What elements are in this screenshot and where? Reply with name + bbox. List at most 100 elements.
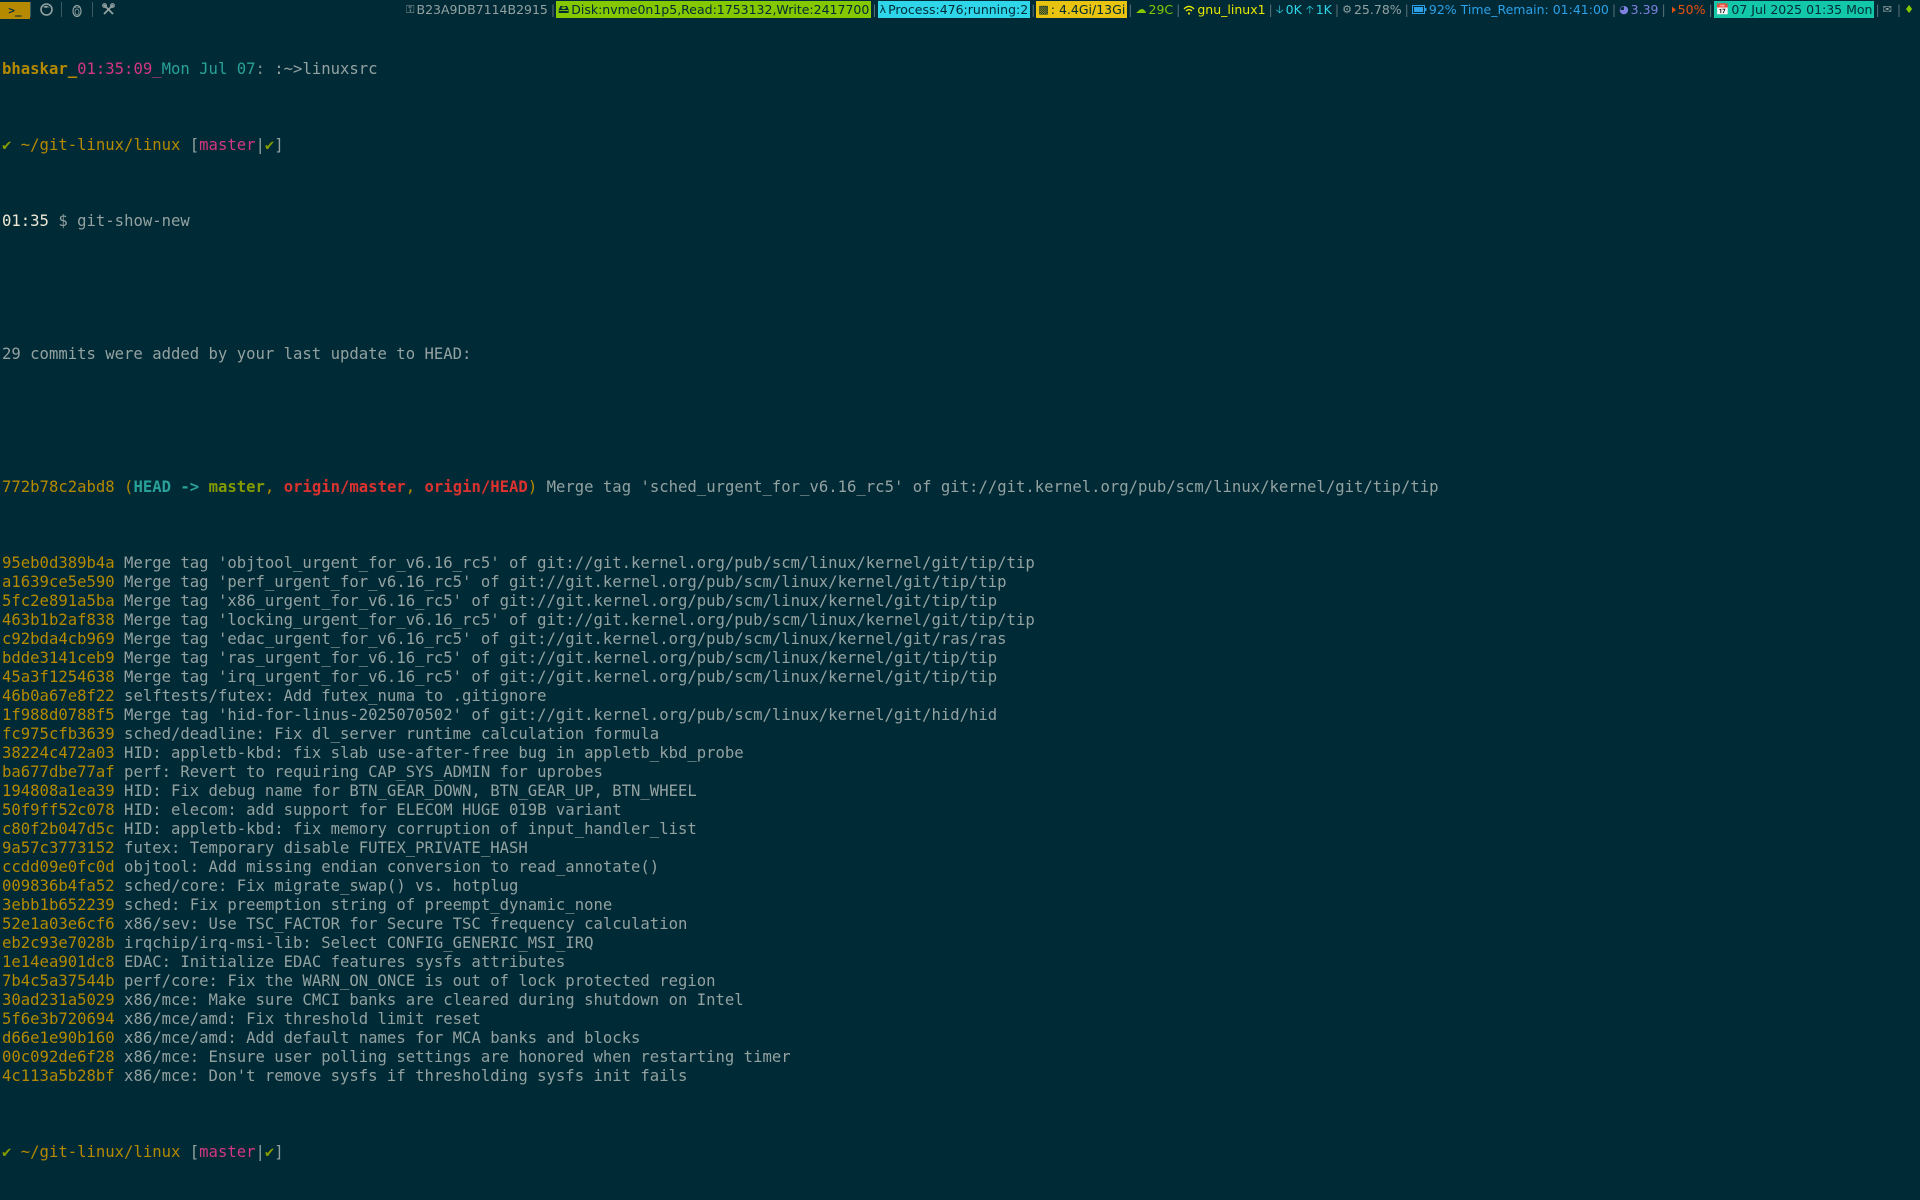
head-commit-line: 772b78c2abd8 (HEAD -> master, origin/mas… [2,478,1918,497]
commit-message: Merge tag 'sched_urgent_for_v6.16_rc5' o… [537,478,1439,496]
calendar-icon: 📅 [1715,3,1730,16]
gpg-key-widget[interactable]: ⚿ B23A9DB7114B2915 [404,1,550,18]
commit-hash: d66e1e90b160 [2,1029,115,1047]
commit-hash: 9a57c3773152 [2,839,115,857]
memory-widget[interactable]: ▩: 4.4Gi/13Gi [1036,1,1128,18]
commit-hash: ccdd09e0fc0d [2,858,115,876]
wifi-icon [1183,5,1195,15]
commit-row: ccdd09e0fc0d objtool: Add missing endian… [2,858,1918,877]
commit-hash: 1e14ea901dc8 [2,953,115,971]
tray-icon: ♦ [1904,3,1914,16]
commit-message: x86/mce: Ensure user polling settings ar… [114,1048,791,1066]
commit-row: 9a57c3773152 futex: Temporary disable FU… [2,839,1918,858]
master-ref: master [208,478,265,496]
commit-message: HID: appletb-kbd: fix memory corruption … [114,820,697,838]
commit-message: objtool: Add missing endian conversion t… [114,858,660,876]
commit-hash: c80f2b047d5c [2,820,115,838]
paren-close: ) [527,478,538,496]
tools-launcher[interactable] [93,1,123,18]
load-widget[interactable]: ◕ 3.39 [1617,1,1660,18]
battery-widget[interactable]: 92% Time_Remain: 01:41:00 [1410,1,1611,18]
commit-message: sched: Fix preemption string of preempt_… [114,896,613,914]
commit-message: HID: appletb-kbd: fix slab use-after-fre… [114,744,744,762]
prompt-day: Mon Jul 07 [161,60,256,78]
commit-hash: 772b78c2abd8 [2,478,115,496]
commit-message: selftests/futex: Add futex_numa to .giti… [114,687,547,705]
prompt-dollar: $ [48,212,78,230]
prompt-directory: ~/git-linux/linux [11,1143,190,1161]
git-clean-check: ✔ [264,136,275,154]
comma: , [264,478,284,496]
net-up-value: 1K [1315,2,1332,17]
commit-message: HID: elecom: add support for ELECOM HUGE… [114,801,622,819]
commit-row: bdde3141ceb9 Merge tag 'ras_urgent_for_v… [2,649,1918,668]
commit-row: c92bda4cb969 Merge tag 'edac_urgent_for_… [2,630,1918,649]
battery-icon [1411,5,1427,14]
prompt-git-status: ✔ ~/git-linux/linux [master|✔] [2,136,1918,155]
commit-row: 95eb0d389b4a Merge tag 'objtool_urgent_f… [2,554,1918,573]
commit-row: eb2c93e7028b irqchip/irq-msi-lib: Select… [2,934,1918,953]
commit-row: 5fc2e891a5ba Merge tag 'x86_urgent_for_v… [2,592,1918,611]
bracket-open: [ [189,136,200,154]
commit-hash: 009836b4fa52 [2,877,115,895]
lambda-icon: λ [879,3,887,16]
cpu-widget[interactable]: ⚙ 25.78% [1340,1,1404,18]
terminal-icon: >_ [8,3,22,17]
bracket-close: ] [274,1143,284,1161]
commit-hash: ba677dbe77af [2,763,115,781]
prompt-time: 01:35:09_ [77,60,162,78]
commit-message: Merge tag 'ras_urgent_for_v6.16_rc5' of … [114,649,998,667]
wifi-widget[interactable]: gnu_linux1 [1181,1,1267,18]
net-up-widget[interactable]: 🡡 1K [1304,1,1334,18]
prompt-path: :~>linuxsrc [274,60,378,78]
commit-message: x86/sev: Use TSC_FACTOR for Secure TSC f… [114,915,688,933]
cloud-icon: ☁ [1135,3,1147,16]
prompt-header: bhaskar_01:35:09_Mon Jul 07: :~>linuxsrc [2,60,1918,79]
command-text: git-show-new [77,212,190,230]
commit-hash: 194808a1ea39 [2,782,115,800]
commit-row: 3ebb1b652239 sched: Fix preemption strin… [2,896,1918,915]
net-down-widget[interactable]: 🡣 0K [1274,1,1304,18]
temperature-widget[interactable]: ☁ 29C [1134,1,1176,18]
commit-hash: 463b1b2af838 [2,611,115,629]
penguin-launcher[interactable] [62,1,92,18]
disk-widget[interactable]: 🖴 Disk:nvme0n1p5,Read:1753132,Write:24177… [556,1,872,18]
terminal-window[interactable]: bhaskar_01:35:09_Mon Jul 07: :~>linuxsrc… [2,22,1918,1198]
cpu-value: 25.78% [1353,2,1402,17]
commit-hash: 5fc2e891a5ba [2,592,115,610]
mail-widget[interactable]: ✉ [1881,1,1896,18]
prompt-git-status: ✔ ~/git-linux/linux [master|✔] [2,1143,1918,1162]
commit-message: sched/deadline: Fix dl_server runtime ca… [114,725,660,743]
commit-hash: 5f6e3b720694 [2,1010,115,1028]
commit-hash: c92bda4cb969 [2,630,115,648]
commit-message: irqchip/irq-msi-lib: Select CONFIG_GENER… [114,934,594,952]
commit-message: Merge tag 'hid-for-linus-2025070502' of … [114,706,998,724]
commit-message: futex: Temporary disable FUTEX_PRIVATE_H… [114,839,528,857]
tools-icon [101,3,115,15]
commit-row: ba677dbe77af perf: Revert to requiring C… [2,763,1918,782]
date-widget[interactable]: 📅 07 Jul 2025 01:35 Mon [1713,1,1875,18]
paren-open: ( [114,478,134,496]
commit-hash: bdde3141ceb9 [2,649,115,667]
summary-line: 29 commits were added by your last updat… [2,345,472,363]
comma: , [405,478,425,496]
commit-row: fc975cfb3639 sched/deadline: Fix dl_serv… [2,725,1918,744]
volume-widget[interactable]: 🕨 50% [1667,1,1708,18]
commit-message: Merge tag 'locking_urgent_for_v6.16_rc5'… [114,611,1035,629]
penguin-icon [72,4,82,17]
head-ref: HEAD -> [133,478,209,496]
commit-hash: 95eb0d389b4a [2,554,115,572]
terminal-launcher[interactable]: >_ [0,1,30,19]
load-value: 3.39 [1630,2,1659,17]
commit-message: x86/mce: Don't remove sysfs if threshold… [114,1067,688,1085]
commit-message: EDAC: Initialize EDAC features sysfs att… [114,953,566,971]
commit-row: 009836b4fa52 sched/core: Fix migrate_swa… [2,877,1918,896]
commit-hash: 00c092de6f28 [2,1048,115,1066]
tray-widget[interactable]: ♦ [1902,1,1920,18]
process-widget[interactable]: λ Process:476;running:2 [877,1,1031,18]
firefox-launcher[interactable] [31,1,61,18]
commit-message: x86/mce/amd: Fix threshold limit reset [114,1010,481,1028]
gauge-icon: ◕ [1619,3,1629,16]
key-icon: ⚿ [406,3,415,16]
